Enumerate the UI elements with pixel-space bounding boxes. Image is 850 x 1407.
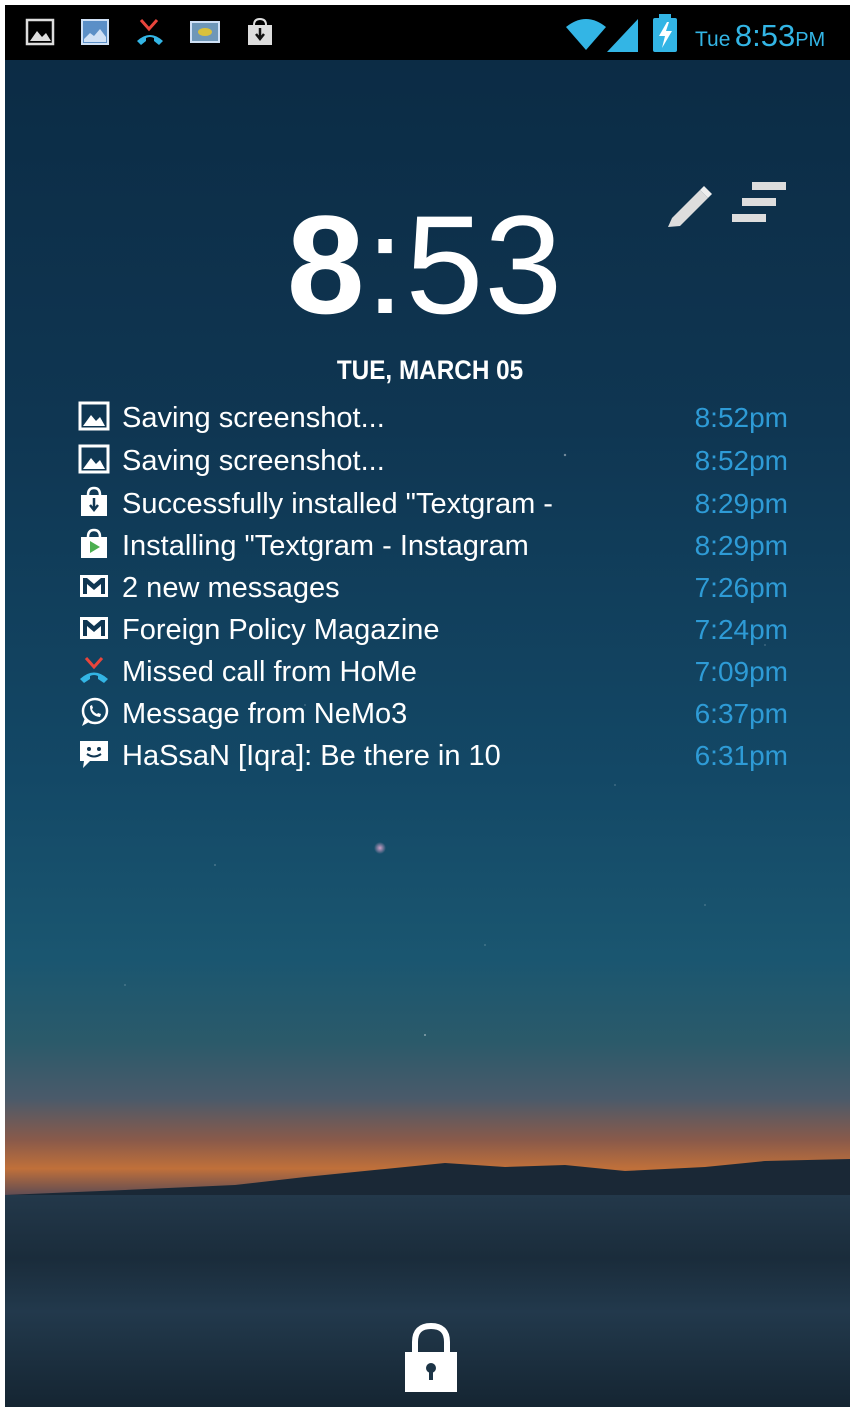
notification-text: Saving screenshot... bbox=[122, 402, 385, 434]
notification-item[interactable]: Installing "Textgram - Instagram 8:29pm bbox=[78, 526, 788, 566]
notification-text: Missed call from HoMe bbox=[122, 656, 417, 688]
notification-time: 6:37pm bbox=[694, 698, 788, 729]
gallery-icon bbox=[81, 19, 109, 45]
signal-icon bbox=[607, 19, 638, 52]
gmail-icon bbox=[80, 617, 108, 639]
status-bar: Tue 8:53PM bbox=[5, 5, 850, 60]
notification-text: HaSsaN [Iqra]: Be there in 10 bbox=[122, 740, 501, 772]
image-icon bbox=[78, 401, 110, 431]
download-bag-icon bbox=[248, 17, 272, 45]
missed-call-icon bbox=[137, 19, 163, 45]
notification-item[interactable]: Missed call from HoMe 7:09pm bbox=[78, 652, 788, 692]
status-ampm: PM bbox=[795, 29, 826, 51]
notification-time: 8:29pm bbox=[694, 488, 788, 519]
clock-minutes: 53 bbox=[405, 186, 564, 343]
notification-item[interactable]: Foreign Policy Magazine 7:24pm bbox=[78, 610, 788, 650]
status-clock: Tue 8:53PM bbox=[695, 18, 825, 54]
notification-text: Successfully installed "Textgram - bbox=[122, 488, 553, 520]
notification-item[interactable]: Successfully installed "Textgram - 8:29p… bbox=[78, 484, 788, 524]
notification-text: Saving screenshot... bbox=[122, 445, 385, 477]
clock-separator: : bbox=[365, 186, 406, 343]
clock-hour: 8 bbox=[286, 186, 366, 343]
notification-time: 7:26pm bbox=[694, 572, 788, 603]
notification-item[interactable]: HaSsaN [Iqra]: Be there in 10 6:31pm bbox=[78, 736, 788, 776]
download-bag-icon bbox=[81, 486, 107, 516]
notification-item[interactable]: Message from NeMo3 6:37pm bbox=[78, 694, 788, 734]
notification-time: 8:52pm bbox=[694, 445, 788, 476]
notification-time: 7:09pm bbox=[694, 656, 788, 687]
screenshot-icon bbox=[190, 21, 220, 43]
notification-text: 2 new messages bbox=[122, 572, 340, 604]
notification-time: 8:29pm bbox=[694, 530, 788, 561]
notification-item[interactable]: Saving screenshot... 8:52pm bbox=[78, 398, 788, 438]
notification-time: 6:31pm bbox=[694, 740, 788, 771]
notification-item[interactable]: Saving screenshot... 8:52pm bbox=[78, 441, 788, 481]
notification-time: 7:24pm bbox=[694, 614, 788, 645]
lock-icon[interactable] bbox=[403, 1322, 459, 1394]
lockscreen-clock: 8:53 bbox=[0, 190, 850, 340]
play-store-icon bbox=[81, 528, 107, 558]
wifi-icon bbox=[566, 19, 606, 50]
gmail-icon bbox=[80, 575, 108, 597]
image-icon bbox=[25, 18, 55, 46]
status-time: 8:53 bbox=[734, 18, 796, 53]
notification-item[interactable]: 2 new messages 7:26pm bbox=[78, 568, 788, 608]
missed-call-icon bbox=[80, 657, 108, 683]
lockscreen-date: TUE, MARCH 05 bbox=[336, 355, 524, 385]
notification-text: Installing "Textgram - Instagram bbox=[122, 530, 529, 562]
status-day: Tue bbox=[695, 28, 731, 51]
notification-time: 8:52pm bbox=[694, 402, 788, 433]
whatsapp-icon bbox=[81, 697, 109, 726]
notification-text: Foreign Policy Magazine bbox=[122, 614, 440, 646]
battery-charging-icon bbox=[653, 14, 677, 52]
image-icon bbox=[78, 444, 110, 474]
chat-icon bbox=[80, 741, 108, 768]
notification-text: Message from NeMo3 bbox=[122, 698, 408, 730]
